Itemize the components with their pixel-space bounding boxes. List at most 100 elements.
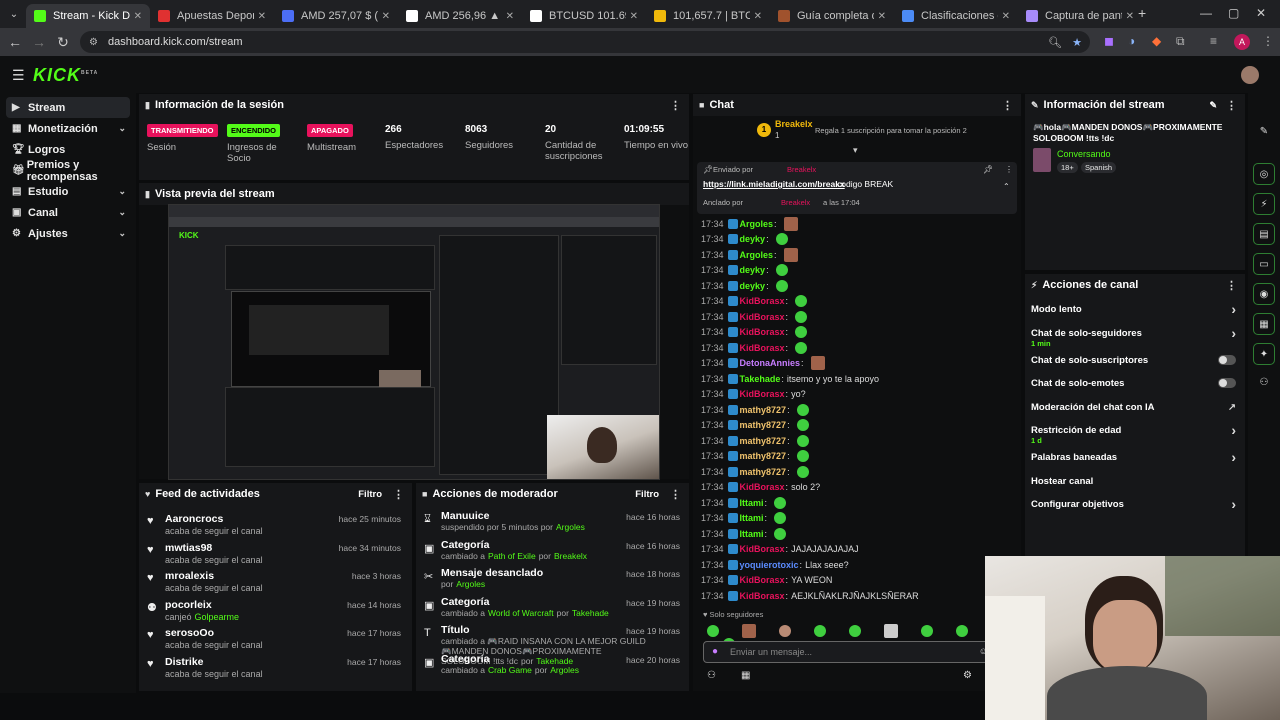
edit-icon[interactable]: ✎ [1209, 100, 1217, 111]
browser-tab[interactable]: Apuestas Deportivas ✕ [150, 4, 274, 28]
window-close-icon[interactable]: ✕ [1256, 6, 1266, 20]
chat-username[interactable]: KidBorasx [740, 343, 785, 353]
profile-avatar[interactable]: A [1234, 34, 1250, 50]
extension-fox-icon[interactable]: ◆ [1152, 34, 1161, 48]
session-kebab-icon[interactable]: ⋮ [670, 99, 681, 112]
chat-username[interactable]: yoquierotoxic [740, 560, 799, 570]
mod-category[interactable]: Crab Game [488, 665, 532, 675]
chat-username[interactable]: KidBorasx [740, 591, 785, 601]
toggle-switch[interactable] [1218, 354, 1236, 365]
chat-username[interactable]: mathy8727 [740, 451, 787, 461]
chat-username[interactable]: deyky [740, 281, 766, 291]
gift-leaderboard[interactable]: 1 Breakelx 1 Regala 1 suscripción para t… [753, 118, 973, 144]
browser-tab[interactable]: AMD 257,07 $ (▲8,2 ✕ [274, 4, 398, 28]
channel-action-item[interactable]: Modo lento › [1031, 301, 1236, 317]
chat-username[interactable]: mathy8727 [740, 405, 787, 415]
rail-broadcast-icon[interactable]: ◉ [1253, 283, 1275, 305]
browser-tab[interactable]: Captura de pantalla ✕ [1018, 4, 1142, 28]
feed-kebab-icon[interactable]: ⋮ [393, 488, 404, 501]
browser-tab[interactable]: BTCUSD 101.694 ▼ − ✕ [522, 4, 646, 28]
rail-bolt-icon[interactable]: ⚡︎ [1253, 193, 1275, 215]
feed-username[interactable]: mroalexis [165, 570, 214, 582]
user-avatar[interactable] [1241, 66, 1259, 84]
chat-username[interactable]: DetonaAnnies [740, 358, 801, 368]
extensions-puzzle-icon[interactable]: ⧉ [1176, 34, 1185, 49]
tab-close-icon[interactable]: ✕ [1002, 11, 1010, 22]
sidebar-item-1[interactable]: ▦ Monetización ⌄ [0, 118, 136, 139]
mod-filter-button[interactable]: Filtro [635, 489, 659, 500]
emote-4[interactable] [814, 625, 827, 637]
stream-preview-video[interactable]: KICK [168, 204, 660, 480]
extension-translate-icon[interactable]: ◑ [1128, 34, 1135, 48]
rail-doc-icon[interactable]: ▤ [1253, 223, 1275, 245]
forward-icon[interactable]: → [27, 34, 51, 50]
rail-layout-icon[interactable]: ▦ [1253, 313, 1275, 335]
pinned-link[interactable]: https://link.mieladigital.com/breakx [703, 179, 845, 189]
reading-list-icon[interactable]: ≡ [1210, 34, 1217, 48]
emote-3[interactable] [779, 625, 792, 637]
rail-wrench-icon[interactable]: ✦ [1253, 343, 1275, 365]
browser-tab[interactable]: AMD 256,96 ▲ +8,18 ✕ [398, 4, 522, 28]
feed-username[interactable]: mwtias98 [165, 542, 212, 554]
back-icon[interactable]: ← [3, 34, 27, 50]
chat-username[interactable]: KidBorasx [740, 296, 785, 306]
tab-close-icon[interactable]: ✕ [506, 11, 514, 22]
unpin-icon[interactable]: 📌︎ [983, 165, 993, 174]
rail-pen-icon[interactable]: ✎ [1253, 120, 1275, 142]
channel-action-item[interactable]: Moderación del chat con IA ↗ [1031, 402, 1236, 413]
chat-kebab-icon[interactable]: ⋮ [1002, 99, 1013, 112]
channel-action-item[interactable]: Restricción de edad 1 d › [1031, 422, 1236, 445]
mod-by-user[interactable]: Argoles [456, 579, 485, 589]
mod-by-user[interactable]: Breakelx [554, 551, 587, 561]
tab-close-icon[interactable]: ✕ [1126, 11, 1134, 22]
chat-username[interactable]: Argoles [740, 250, 774, 260]
emote-7[interactable] [921, 625, 934, 637]
sidebar-item-0[interactable]: ▶ Stream [6, 97, 130, 118]
toggle-switch[interactable] [1218, 378, 1236, 388]
feed-username[interactable]: serosoOo [165, 627, 214, 639]
channel-actions-kebab-icon[interactable]: ⋮ [1226, 279, 1237, 292]
browser-tab[interactable]: Guía completa de Ke ✕ [770, 4, 894, 28]
chat-tools-icon[interactable]: ⚇ [707, 670, 716, 681]
chat-username[interactable]: KidBorasx [740, 327, 785, 337]
mic-icon[interactable]: ● [712, 646, 718, 657]
chat-username[interactable]: KidBorasx [740, 575, 785, 585]
chat-username[interactable]: Ittami [740, 498, 764, 508]
category-name[interactable]: Conversando [1057, 149, 1111, 159]
tab-close-icon[interactable]: ✕ [258, 11, 266, 22]
chat-username[interactable]: Takehade [740, 374, 781, 384]
chat-username[interactable]: mathy8727 [740, 467, 787, 477]
sidebar-item-3[interactable]: 🎁︎ Premios y recompensas [0, 159, 136, 183]
channel-action-item[interactable]: Chat de solo-emotes [1031, 378, 1236, 389]
chat-input[interactable]: ● Enviar un mensaje... ☺ [703, 641, 993, 663]
channel-action-item[interactable]: Chat de solo-suscriptores [1031, 354, 1236, 366]
chat-username[interactable]: deyky [740, 234, 766, 244]
tab-search-icon[interactable]: ⌄ [2, 9, 26, 20]
tab-close-icon[interactable]: ✕ [754, 11, 762, 22]
emote-1[interactable] [707, 625, 719, 637]
chat-settings-icon[interactable]: ⚙ [963, 670, 972, 681]
chat-username[interactable]: KidBorasx [740, 312, 785, 322]
chat-username[interactable]: deyky [740, 265, 766, 275]
tab-close-icon[interactable]: ✕ [382, 11, 390, 22]
mod-by-user[interactable]: Argoles [550, 665, 579, 675]
browser-tab[interactable]: Clasificaciones de Lo ✕ [894, 4, 1018, 28]
chat-username[interactable]: Ittami [740, 513, 764, 523]
tab-close-icon[interactable]: ✕ [878, 11, 886, 22]
emote-2[interactable] [742, 624, 757, 638]
chat-username[interactable]: Argoles [740, 219, 774, 229]
sidebar-item-4[interactable]: ▤ Estudio ⌄ [0, 181, 136, 202]
mod-by-user[interactable]: Takehade [572, 608, 609, 618]
minimize-icon[interactable]: — [1200, 6, 1212, 20]
site-info-icon[interactable]: ⚙ [89, 37, 98, 48]
browser-tab[interactable]: 101,657.7 | BTCUSDT ✕ [646, 4, 770, 28]
new-tab-icon[interactable]: + [1138, 5, 1146, 21]
feed-username[interactable]: pocorleix [165, 599, 212, 611]
pinned-collapse-icon[interactable]: ⌃ [1003, 182, 1010, 191]
rail-target-icon[interactable]: ◎ [1253, 163, 1275, 185]
feed-username[interactable]: Distrike [165, 656, 204, 668]
emote-5[interactable] [849, 625, 862, 637]
extension-twitch-icon[interactable]: ◼ [1104, 34, 1114, 48]
browser-menu-icon[interactable]: ⋮ [1262, 34, 1274, 48]
maximize-icon[interactable]: ▢ [1228, 6, 1239, 20]
